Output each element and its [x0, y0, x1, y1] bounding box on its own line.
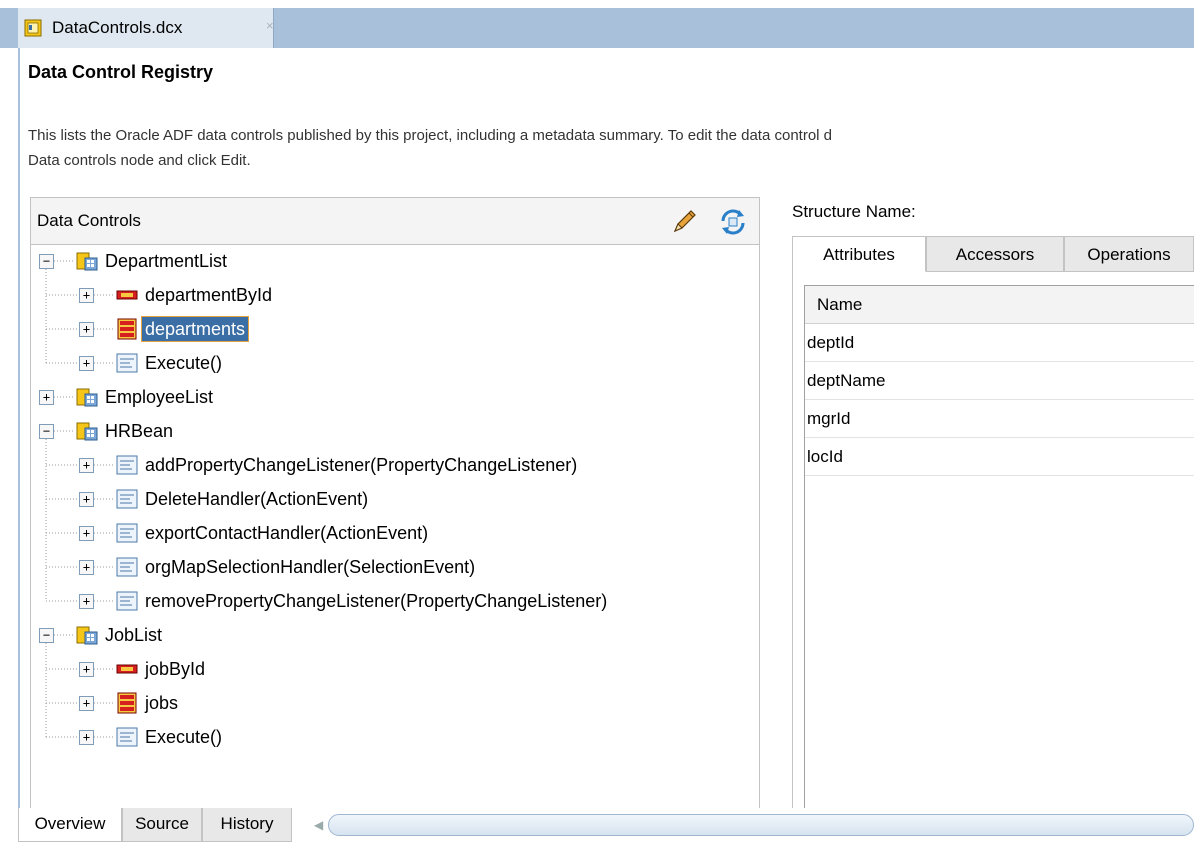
tree-node[interactable]: + Execute() [79, 346, 225, 380]
column-header-name[interactable]: Name [805, 286, 1194, 324]
tree-node-label[interactable]: departmentById [142, 283, 275, 307]
method-icon [116, 488, 138, 510]
tree-node[interactable]: + orgMapSelectionHandler(SelectionEvent) [79, 550, 478, 584]
tree-node[interactable]: + jobById [79, 652, 208, 686]
description-line-2: Data controls node and click Edit. [28, 152, 251, 169]
expand-icon[interactable]: + [79, 287, 94, 303]
expand-icon[interactable]: + [79, 729, 94, 745]
table-row[interactable]: deptName [805, 362, 1194, 400]
data-control-icon [76, 250, 98, 272]
tree-node[interactable]: + departmentById [79, 278, 275, 312]
collection-icon [116, 692, 138, 714]
tab-attributes[interactable]: Attributes [792, 236, 926, 272]
collection-icon [116, 318, 138, 340]
data-controls-panel: Data Controls − DepartmentList + department… [30, 197, 760, 809]
data-controls-tree: − DepartmentList + departmentById + departmen… [31, 244, 759, 804]
table-row[interactable]: deptId [805, 324, 1194, 362]
tree-node-label[interactable]: departments [140, 316, 250, 342]
tree-node[interactable]: + DeleteHandler(ActionEvent) [79, 482, 371, 516]
tree-node-label[interactable]: Execute() [142, 351, 225, 375]
tree-node[interactable]: − DepartmentList [39, 244, 230, 278]
editor-tab-datacontrols[interactable]: DataControls.dcx × [18, 8, 274, 48]
tree-node-label[interactable]: JobList [102, 623, 165, 647]
table-row[interactable]: mgrId [805, 400, 1194, 438]
tree-node-label[interactable]: DepartmentList [102, 249, 230, 273]
expand-icon[interactable]: + [79, 525, 94, 541]
collapse-icon[interactable]: − [39, 423, 54, 439]
page-title: Data Control Registry [28, 62, 214, 82]
data-control-icon [76, 420, 98, 442]
tree-node[interactable]: − JobList [39, 618, 165, 652]
editor-tab-label: DataControls.dcx [52, 18, 183, 37]
tree-node[interactable]: − HRBean [39, 414, 176, 448]
tree-node[interactable]: + exportContactHandler(ActionEvent) [79, 516, 431, 550]
tab-accessors[interactable]: Accessors [926, 236, 1064, 272]
data-control-icon [76, 624, 98, 646]
expand-icon[interactable]: + [79, 355, 94, 371]
tree-node-label[interactable]: addPropertyChangeListener(PropertyChange… [142, 453, 580, 477]
method-icon [116, 454, 138, 476]
method-icon [116, 522, 138, 544]
tree-node-label[interactable]: EmployeeList [102, 385, 216, 409]
data-controls-title: Data Controls [37, 211, 141, 230]
tree-node-label[interactable]: DeleteHandler(ActionEvent) [142, 487, 371, 511]
expand-icon[interactable]: + [79, 457, 94, 473]
tree-node-label[interactable]: removePropertyChangeListener(PropertyCha… [142, 589, 610, 613]
single-row-icon [116, 284, 138, 306]
refresh-icon[interactable] [717, 207, 749, 237]
horizontal-scrollbar[interactable] [328, 814, 1194, 836]
tree-node[interactable]: + Execute() [79, 720, 225, 754]
scroll-left-arrow-icon[interactable]: ◀ [314, 818, 323, 832]
edit-pencil-icon[interactable] [671, 207, 699, 235]
expand-icon[interactable]: + [79, 593, 94, 609]
close-icon[interactable]: × [266, 18, 274, 33]
method-icon [116, 726, 138, 748]
description-line-1: This lists the Oracle ADF data controls … [28, 127, 833, 144]
structure-name-label: Structure Name: [792, 202, 916, 221]
tree-node-label[interactable]: HRBean [102, 419, 176, 443]
expand-icon[interactable]: + [39, 389, 54, 405]
tree-node-label[interactable]: Execute() [142, 725, 225, 749]
method-icon [116, 352, 138, 374]
table-row[interactable]: locId [805, 438, 1194, 476]
expand-icon[interactable]: + [79, 321, 94, 337]
tab-source[interactable]: Source [122, 808, 202, 842]
tree-node[interactable]: + removePropertyChangeListener(PropertyCh… [79, 584, 610, 618]
tree-node-label[interactable]: jobs [142, 691, 181, 715]
data-controls-header: Data Controls [31, 198, 759, 245]
tree-node[interactable]: + EmployeeList [39, 380, 216, 414]
tree-node-label[interactable]: exportContactHandler(ActionEvent) [142, 521, 431, 545]
expand-icon[interactable]: + [79, 491, 94, 507]
tree-node[interactable]: + departments [79, 312, 250, 346]
method-icon [116, 556, 138, 578]
tree-node-label[interactable]: jobById [142, 657, 208, 681]
tab-history[interactable]: History [202, 808, 292, 842]
bottom-tab-bar: Overview Source History ◀ [18, 808, 1194, 842]
tree-node-label[interactable]: orgMapSelectionHandler(SelectionEvent) [142, 555, 478, 579]
expand-icon[interactable]: + [79, 695, 94, 711]
tab-overview[interactable]: Overview [18, 808, 122, 842]
page-description: This lists the Oracle ADF data controls … [28, 123, 1194, 173]
collapse-icon[interactable]: − [39, 253, 54, 269]
tree-node[interactable]: + jobs [79, 686, 181, 720]
expand-icon[interactable]: + [79, 559, 94, 575]
method-icon [116, 590, 138, 612]
data-control-icon [76, 386, 98, 408]
dcx-file-icon [24, 19, 42, 37]
single-row-icon [116, 658, 138, 680]
tree-node[interactable]: + addPropertyChangeListener(PropertyChang… [79, 448, 580, 482]
collapse-icon[interactable]: − [39, 627, 54, 643]
tab-operations[interactable]: Operations [1064, 236, 1194, 272]
attributes-table: Name deptId deptName mgrId locId [804, 285, 1194, 809]
expand-icon[interactable]: + [79, 661, 94, 677]
